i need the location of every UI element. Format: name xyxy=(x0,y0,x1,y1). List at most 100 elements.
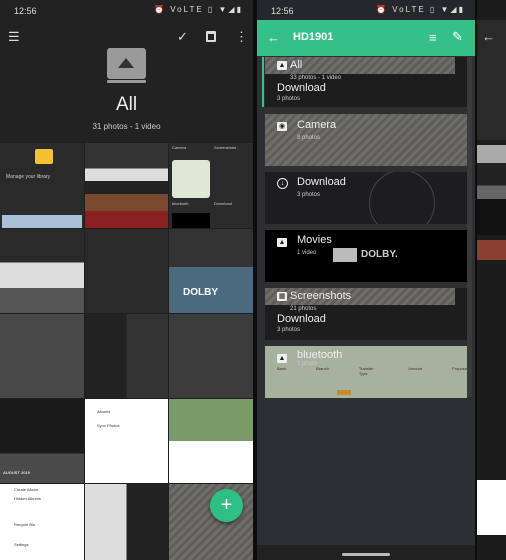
sync-text: Sync Photos xyxy=(97,423,120,428)
dolby-text: DOLBY. xyxy=(361,249,398,260)
album-icon xyxy=(107,48,146,79)
photo-tile[interactable] xyxy=(85,314,168,398)
album-count: 8 photos xyxy=(297,135,321,141)
dolby-text: DOLBY xyxy=(183,287,218,298)
thumb xyxy=(477,240,506,260)
image-icon: ▲ xyxy=(277,354,287,363)
create-album-text: Create Album xyxy=(14,487,39,492)
album-card-bluetooth[interactable]: ▲ bluetooth 1 photo Bank Branch Transfer… xyxy=(265,346,467,398)
photo-tile[interactable]: Albums Sync Photos xyxy=(85,399,168,483)
status-bar: 12:56 ⏰ VoLTE ▯ ▼◢▮ xyxy=(257,0,475,20)
table-col: Bank xyxy=(277,366,287,371)
album-count: 33 photos - 1 video xyxy=(290,75,342,81)
hidden-albums-text: Hidden Albums xyxy=(14,496,41,501)
photo-tile[interactable]: Create Album Hidden Albums Recycle Bin S… xyxy=(0,484,84,560)
album-count: 1 video xyxy=(297,250,317,256)
folder-icon xyxy=(35,149,53,164)
album-title: Download xyxy=(297,176,346,188)
home-pill[interactable] xyxy=(342,553,390,556)
album-count: 3 photos xyxy=(277,96,301,102)
sort-icon[interactable]: ≡ xyxy=(429,31,437,44)
arrow-left-icon[interactable]: ← xyxy=(267,31,280,44)
status-time: 12:56 xyxy=(14,6,37,16)
image-icon: ▲ xyxy=(277,238,287,247)
recycle-bin-text: Recycle Bin xyxy=(14,522,36,527)
photo-tile[interactable] xyxy=(169,484,253,560)
album-count: 21 photos xyxy=(290,306,317,312)
photo-tile[interactable] xyxy=(0,314,84,398)
photo-tile[interactable] xyxy=(169,399,253,483)
download-label: Download xyxy=(214,201,232,206)
screenshots-label: Screenshots xyxy=(214,145,237,150)
album-title: bluetooth xyxy=(297,349,343,361)
album-icon-base xyxy=(107,80,146,83)
table-col: Purpose xyxy=(452,366,467,371)
album-title: Download xyxy=(277,313,326,325)
photo-tile[interactable] xyxy=(85,229,168,313)
image-icon: ▲ xyxy=(277,61,287,70)
dolby-logo xyxy=(333,248,357,262)
thumb xyxy=(172,160,210,198)
album-card-movies[interactable]: ▲ Movies 1 video DOLBY. xyxy=(265,230,467,282)
manage-library-text: Manage your library xyxy=(6,174,51,180)
add-fab[interactable]: + xyxy=(210,489,243,522)
hamburger-icon[interactable]: ☰ xyxy=(8,30,20,43)
status-bar: 12:56 ⏰ VoLTE ▯ ▼◢▮ xyxy=(0,0,253,20)
photo-tile[interactable]: AUGUST 2019 xyxy=(0,399,84,483)
status-icons: ⏰ VoLTE ▯ ▼◢▮ xyxy=(154,5,243,14)
album-title: All xyxy=(115,94,138,115)
thumb xyxy=(337,390,351,395)
download-icon: ↓ xyxy=(277,178,288,189)
photo-tile[interactable]: Manage your library xyxy=(0,143,84,228)
arrow-left-icon[interactable]: ← xyxy=(482,30,495,43)
album-card-screenshots[interactable]: ▦ Screenshots 21 photos Download 3 photo… xyxy=(265,288,467,340)
photo-tile[interactable] xyxy=(169,314,253,398)
album-title: Camera xyxy=(297,119,337,131)
album-title: Download xyxy=(277,82,326,94)
check-icon[interactable]: ✓ xyxy=(177,30,188,43)
screenshot-icon: ▦ xyxy=(277,292,287,301)
photo-tile[interactable]: DOLBY xyxy=(169,229,253,313)
settings-text: Settings xyxy=(14,542,29,547)
partial-screen: ← xyxy=(477,0,506,560)
status-icons: ⏰ VoLTE ▯ ▼◢▮ xyxy=(376,5,465,14)
thumb xyxy=(477,480,506,535)
thumb xyxy=(369,172,435,224)
albums-screen: 12:56 ⏰ VoLTE ▯ ▼◢▮ ← HD1901 ≡ ✎ ▲ All 3… xyxy=(257,0,475,560)
album-card-camera[interactable]: ◉ Camera 8 photos xyxy=(265,114,467,166)
camera-label: Camera xyxy=(172,145,187,150)
more-vert-icon[interactable]: ⋮ xyxy=(235,30,248,43)
album-title: Movies xyxy=(297,234,332,246)
thumb xyxy=(172,213,210,228)
camera-icon: ◉ xyxy=(277,122,287,131)
thumb xyxy=(477,145,506,235)
photo-tile[interactable]: Camera Screenshots bluetooth Download xyxy=(169,143,253,228)
toolbar: ← HD1901 ≡ ✎ xyxy=(257,20,475,56)
pencil-icon[interactable]: ✎ xyxy=(452,30,463,43)
album-title: Screenshots xyxy=(290,290,352,302)
drag-indicator xyxy=(262,57,264,107)
table-col: Branch xyxy=(316,366,329,371)
nav-bar xyxy=(257,545,475,560)
date-header: AUGUST 2019 xyxy=(3,470,30,475)
photo-tile[interactable] xyxy=(85,143,168,228)
album-subtitle: 31 photos - 1 video xyxy=(92,122,161,131)
album-count: 3 photos xyxy=(297,192,321,198)
album-count: 3 photos xyxy=(277,327,301,333)
calendar-icon[interactable] xyxy=(206,31,216,42)
album-card-all[interactable]: ▲ All 33 photos - 1 video Download 3 pho… xyxy=(265,57,467,107)
gallery-screen: 12:56 ⏰ VoLTE ▯ ▼◢▮ ☰ ✓ ⋮ All 31 photos … xyxy=(0,0,253,560)
photo-tile[interactable] xyxy=(0,229,84,313)
album-card-download[interactable]: ↓ Download 3 photos xyxy=(265,172,467,224)
bluetooth-table-header: Bank Branch Transfer Type Amount Purpose xyxy=(277,366,467,376)
albums-text: Albums xyxy=(97,409,111,414)
album-title: All xyxy=(290,59,303,71)
table-col: Amount xyxy=(408,366,423,371)
table-col: Transfer Type xyxy=(358,366,374,376)
thumb xyxy=(2,215,82,228)
photo-tile[interactable] xyxy=(85,484,168,560)
scrollbar[interactable] xyxy=(467,57,472,397)
toolbar-title: HD1901 xyxy=(293,31,334,43)
bluetooth-label: bluetooth xyxy=(172,201,189,206)
status-time: 12:56 xyxy=(271,6,294,16)
